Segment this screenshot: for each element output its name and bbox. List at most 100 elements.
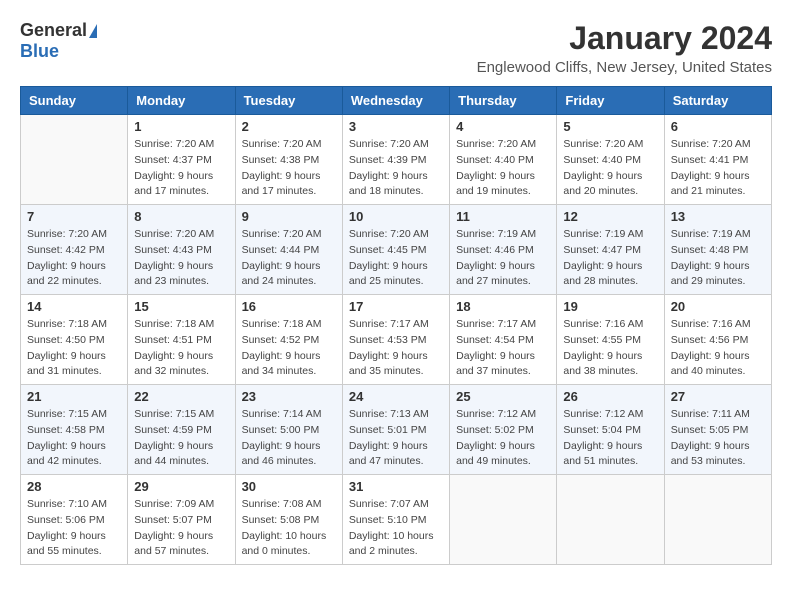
title-area: January 2024 Englewood Cliffs, New Jerse… bbox=[477, 20, 772, 76]
logo-blue-text: Blue bbox=[20, 41, 59, 62]
calendar-subtitle: Englewood Cliffs, New Jersey, United Sta… bbox=[477, 59, 772, 76]
header-row: SundayMondayTuesdayWednesdayThursdayFrid… bbox=[21, 87, 772, 115]
calendar-cell bbox=[21, 115, 128, 205]
calendar-table: SundayMondayTuesdayWednesdayThursdayFrid… bbox=[20, 86, 772, 565]
day-number: 2 bbox=[242, 119, 336, 134]
day-number: 13 bbox=[671, 209, 765, 224]
day-info: Sunrise: 7:14 AMSunset: 5:00 PMDaylight:… bbox=[242, 407, 336, 470]
week-row: 14 Sunrise: 7:18 AMSunset: 4:50 PMDayligh… bbox=[21, 295, 772, 385]
day-info: Sunrise: 7:20 AMSunset: 4:45 PMDaylight:… bbox=[349, 227, 443, 290]
calendar-header: SundayMondayTuesdayWednesdayThursdayFrid… bbox=[21, 87, 772, 115]
day-number: 5 bbox=[563, 119, 657, 134]
week-row: 28 Sunrise: 7:10 AMSunset: 5:06 PMDayligh… bbox=[21, 475, 772, 565]
day-number: 14 bbox=[27, 299, 121, 314]
calendar-cell: 27Sunrise: 7:11 AMSunset: 5:05 PMDayligh… bbox=[664, 385, 771, 475]
calendar-cell: 9 Sunrise: 7:20 AMSunset: 4:44 PMDaylight… bbox=[235, 205, 342, 295]
day-number: 23 bbox=[242, 389, 336, 404]
day-number: 28 bbox=[27, 479, 121, 494]
calendar-cell: 29 Sunrise: 7:09 AMSunset: 5:07 PMDayligh… bbox=[128, 475, 235, 565]
day-number: 25 bbox=[456, 389, 550, 404]
day-info: Sunrise: 7:20 AMSunset: 4:38 PMDaylight:… bbox=[242, 137, 336, 200]
calendar-cell: 10 Sunrise: 7:20 AMSunset: 4:45 PMDayligh… bbox=[342, 205, 449, 295]
day-info: Sunrise: 7:20 AMSunset: 4:41 PMDaylight:… bbox=[671, 137, 765, 200]
calendar-cell: 25Sunrise: 7:12 AMSunset: 5:02 PMDayligh… bbox=[450, 385, 557, 475]
day-number: 9 bbox=[242, 209, 336, 224]
day-info: Sunrise: 7:15 AMSunset: 4:58 PMDaylight:… bbox=[27, 407, 121, 470]
day-info: Sunrise: 7:10 AMSunset: 5:06 PMDaylight:… bbox=[27, 497, 121, 560]
day-info: Sunrise: 7:17 AMSunset: 4:53 PMDaylight:… bbox=[349, 317, 443, 380]
day-number: 16 bbox=[242, 299, 336, 314]
day-number: 10 bbox=[349, 209, 443, 224]
calendar-cell bbox=[450, 475, 557, 565]
calendar-cell bbox=[664, 475, 771, 565]
day-number: 24 bbox=[349, 389, 443, 404]
calendar-cell: 23 Sunrise: 7:14 AMSunset: 5:00 PMDayligh… bbox=[235, 385, 342, 475]
calendar-cell: 31Sunrise: 7:07 AMSunset: 5:10 PMDayligh… bbox=[342, 475, 449, 565]
calendar-cell: 28 Sunrise: 7:10 AMSunset: 5:06 PMDayligh… bbox=[21, 475, 128, 565]
calendar-cell: 5 Sunrise: 7:20 AMSunset: 4:40 PMDaylight… bbox=[557, 115, 664, 205]
day-info: Sunrise: 7:09 AMSunset: 5:07 PMDaylight:… bbox=[134, 497, 228, 560]
header-cell-wednesday: Wednesday bbox=[342, 87, 449, 115]
day-info: Sunrise: 7:16 AMSunset: 4:55 PMDaylight:… bbox=[563, 317, 657, 380]
day-number: 11 bbox=[456, 209, 550, 224]
day-number: 27 bbox=[671, 389, 765, 404]
calendar-cell: 22 Sunrise: 7:15 AMSunset: 4:59 PMDayligh… bbox=[128, 385, 235, 475]
day-info: Sunrise: 7:20 AMSunset: 4:42 PMDaylight:… bbox=[27, 227, 121, 290]
calendar-cell: 16Sunrise: 7:18 AMSunset: 4:52 PMDayligh… bbox=[235, 295, 342, 385]
calendar-cell: 24 Sunrise: 7:13 AMSunset: 5:01 PMDayligh… bbox=[342, 385, 449, 475]
header-cell-saturday: Saturday bbox=[664, 87, 771, 115]
header: General Blue January 2024 Englewood Clif… bbox=[20, 20, 772, 76]
calendar-cell: 3 Sunrise: 7:20 AMSunset: 4:39 PMDaylight… bbox=[342, 115, 449, 205]
calendar-cell: 14 Sunrise: 7:18 AMSunset: 4:50 PMDayligh… bbox=[21, 295, 128, 385]
day-number: 20 bbox=[671, 299, 765, 314]
day-info: Sunrise: 7:07 AMSunset: 5:10 PMDaylight:… bbox=[349, 497, 443, 560]
day-info: Sunrise: 7:19 AMSunset: 4:47 PMDaylight:… bbox=[563, 227, 657, 290]
day-number: 4 bbox=[456, 119, 550, 134]
logo-triangle-icon bbox=[89, 24, 97, 38]
header-cell-monday: Monday bbox=[128, 87, 235, 115]
day-number: 6 bbox=[671, 119, 765, 134]
day-info: Sunrise: 7:20 AMSunset: 4:37 PMDaylight:… bbox=[134, 137, 228, 200]
day-info: Sunrise: 7:13 AMSunset: 5:01 PMDaylight:… bbox=[349, 407, 443, 470]
day-number: 7 bbox=[27, 209, 121, 224]
calendar-cell: 18 Sunrise: 7:17 AMSunset: 4:54 PMDayligh… bbox=[450, 295, 557, 385]
week-row: 7 Sunrise: 7:20 AMSunset: 4:42 PMDaylight… bbox=[21, 205, 772, 295]
header-cell-friday: Friday bbox=[557, 87, 664, 115]
header-cell-thursday: Thursday bbox=[450, 87, 557, 115]
week-row: 21 Sunrise: 7:15 AMSunset: 4:58 PMDayligh… bbox=[21, 385, 772, 475]
calendar-cell: 12Sunrise: 7:19 AMSunset: 4:47 PMDayligh… bbox=[557, 205, 664, 295]
header-cell-tuesday: Tuesday bbox=[235, 87, 342, 115]
logo-general-text: General bbox=[20, 20, 87, 41]
calendar-cell: 17 Sunrise: 7:17 AMSunset: 4:53 PMDayligh… bbox=[342, 295, 449, 385]
calendar-cell: 15Sunrise: 7:18 AMSunset: 4:51 PMDayligh… bbox=[128, 295, 235, 385]
day-info: Sunrise: 7:12 AMSunset: 5:04 PMDaylight:… bbox=[563, 407, 657, 470]
day-number: 22 bbox=[134, 389, 228, 404]
calendar-cell: 11 Sunrise: 7:19 AMSunset: 4:46 PMDayligh… bbox=[450, 205, 557, 295]
day-info: Sunrise: 7:20 AMSunset: 4:40 PMDaylight:… bbox=[563, 137, 657, 200]
day-number: 18 bbox=[456, 299, 550, 314]
calendar-cell: 20 Sunrise: 7:16 AMSunset: 4:56 PMDayligh… bbox=[664, 295, 771, 385]
calendar-cell: 21 Sunrise: 7:15 AMSunset: 4:58 PMDayligh… bbox=[21, 385, 128, 475]
calendar-cell: 6 Sunrise: 7:20 AMSunset: 4:41 PMDaylight… bbox=[664, 115, 771, 205]
calendar-cell: 13 Sunrise: 7:19 AMSunset: 4:48 PMDayligh… bbox=[664, 205, 771, 295]
day-number: 30 bbox=[242, 479, 336, 494]
day-number: 26 bbox=[563, 389, 657, 404]
day-info: Sunrise: 7:19 AMSunset: 4:48 PMDaylight:… bbox=[671, 227, 765, 290]
calendar-cell bbox=[557, 475, 664, 565]
day-number: 15 bbox=[134, 299, 228, 314]
day-number: 3 bbox=[349, 119, 443, 134]
calendar-cell: 4Sunrise: 7:20 AMSunset: 4:40 PMDaylight… bbox=[450, 115, 557, 205]
day-number: 17 bbox=[349, 299, 443, 314]
day-number: 21 bbox=[27, 389, 121, 404]
calendar-cell: 1Sunrise: 7:20 AMSunset: 4:37 PMDaylight… bbox=[128, 115, 235, 205]
day-info: Sunrise: 7:20 AMSunset: 4:39 PMDaylight:… bbox=[349, 137, 443, 200]
day-number: 29 bbox=[134, 479, 228, 494]
day-info: Sunrise: 7:20 AMSunset: 4:44 PMDaylight:… bbox=[242, 227, 336, 290]
calendar-cell: 8Sunrise: 7:20 AMSunset: 4:43 PMDaylight… bbox=[128, 205, 235, 295]
day-info: Sunrise: 7:15 AMSunset: 4:59 PMDaylight:… bbox=[134, 407, 228, 470]
day-info: Sunrise: 7:18 AMSunset: 4:50 PMDaylight:… bbox=[27, 317, 121, 380]
day-info: Sunrise: 7:19 AMSunset: 4:46 PMDaylight:… bbox=[456, 227, 550, 290]
day-info: Sunrise: 7:17 AMSunset: 4:54 PMDaylight:… bbox=[456, 317, 550, 380]
day-info: Sunrise: 7:16 AMSunset: 4:56 PMDaylight:… bbox=[671, 317, 765, 380]
calendar-cell: 2 Sunrise: 7:20 AMSunset: 4:38 PMDaylight… bbox=[235, 115, 342, 205]
